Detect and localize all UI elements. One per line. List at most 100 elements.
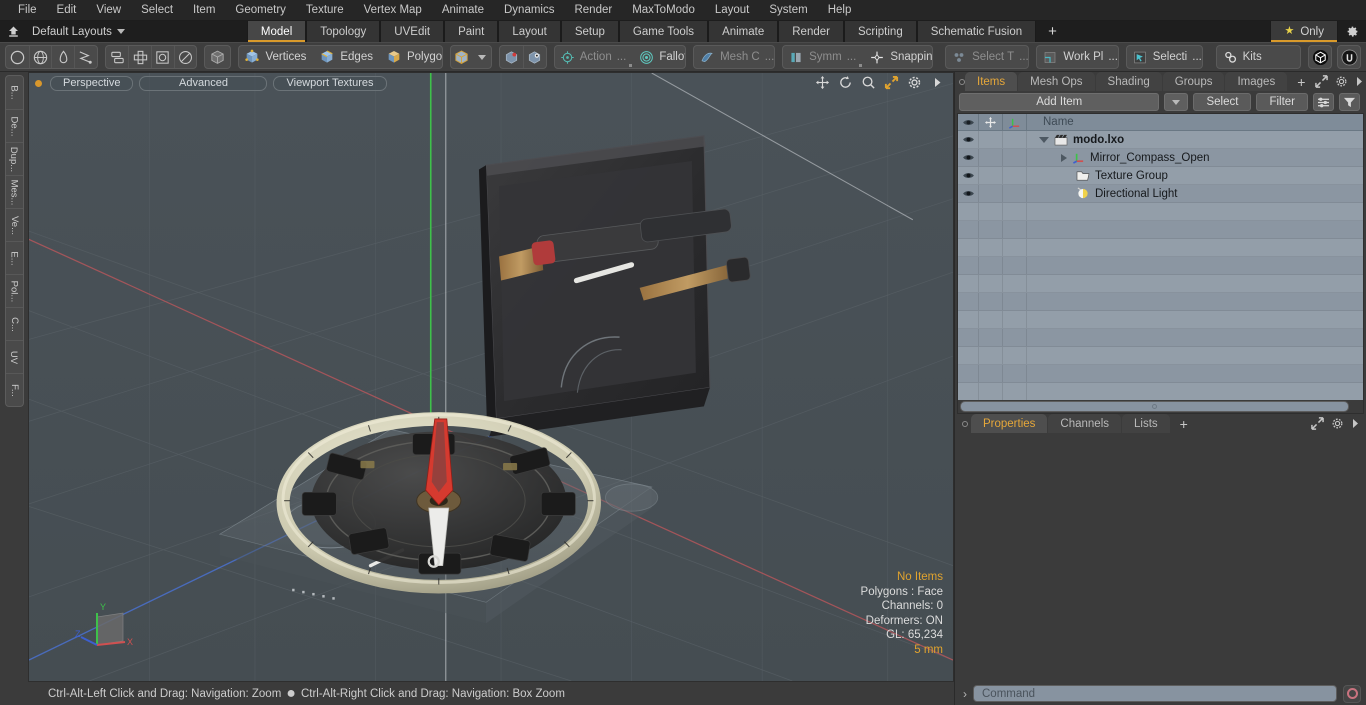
menu-item-render[interactable]: Render (564, 0, 622, 21)
work-plane-button[interactable]: Work Pl ... (1037, 46, 1118, 68)
hscroll-grip[interactable] (1152, 404, 1157, 409)
row-axis-cell[interactable] (1003, 149, 1027, 166)
gear-icon[interactable] (1335, 75, 1348, 88)
left-tab-7[interactable]: C... (5, 307, 23, 340)
add-panel-tab-button[interactable]: + (1288, 72, 1314, 91)
selection-mode-polygons[interactable]: Polygons (381, 46, 442, 68)
menu-item-item[interactable]: Item (183, 0, 225, 21)
layout-tab-model[interactable]: Model (246, 21, 307, 42)
layout-tab-render[interactable]: Render (778, 21, 844, 42)
primitive-sphere[interactable] (28, 46, 52, 68)
column-move[interactable] (979, 114, 1003, 130)
row-axis-cell[interactable] (1003, 185, 1027, 202)
viewport-texture-mode-button[interactable]: Viewport Textures (273, 75, 387, 91)
layout-tab-uvedit[interactable]: UVEdit (380, 21, 445, 42)
list-options-button[interactable] (1313, 93, 1334, 111)
3d-viewport[interactable]: Perspective Advanced Viewport Textures Y… (28, 72, 954, 682)
pan-icon[interactable] (815, 75, 830, 90)
viewport-shading-mode-button[interactable]: Advanced (139, 75, 268, 91)
properties-tab-lists[interactable]: Lists (1122, 414, 1170, 433)
row-visibility-toggle[interactable] (958, 149, 979, 166)
selection-set-button[interactable]: Selecti ... (1127, 46, 1202, 68)
row-move-cell[interactable] (979, 131, 1003, 148)
item-list-row[interactable]: Texture Group (958, 167, 1363, 185)
default-layouts-dropdown[interactable]: Default Layouts (26, 21, 137, 42)
layout-tab-layout[interactable]: Layout (498, 21, 561, 42)
select-button[interactable]: Select (1193, 93, 1252, 111)
menu-item-dynamics[interactable]: Dynamics (494, 0, 564, 21)
left-tab-2[interactable]: Dup... (5, 142, 23, 175)
panel-tab-images[interactable]: Images (1225, 72, 1288, 91)
properties-tab-properties[interactable]: Properties (971, 414, 1048, 433)
layout-tab-topology[interactable]: Topology (306, 21, 381, 42)
kits-button[interactable]: Kits (1217, 46, 1300, 68)
left-tab-1[interactable]: De... (5, 109, 23, 142)
panel-tab-items[interactable]: Items (965, 72, 1018, 91)
layout-tab-animate[interactable]: Animate (708, 21, 779, 42)
gear-icon[interactable] (1331, 417, 1344, 430)
command-input[interactable]: Command (973, 685, 1337, 702)
left-tab-3[interactable]: Mes... (5, 175, 23, 208)
chevron-right-icon[interactable] (1351, 418, 1360, 429)
expand-icon[interactable] (1311, 417, 1324, 430)
row-visibility-toggle[interactable] (958, 167, 979, 184)
row-axis-cell[interactable] (1003, 167, 1027, 184)
properties-panel-grip[interactable] (959, 414, 971, 433)
row-visibility-toggle[interactable] (958, 185, 979, 202)
expander-expand-icon[interactable] (1061, 153, 1067, 162)
item-list-row[interactable]: Mirror_Compass_Open (958, 149, 1363, 167)
modo-logo-button[interactable] (1308, 45, 1333, 69)
select-through-button[interactable]: Select T ... (946, 46, 1028, 68)
item-list-row[interactable]: modo.lxo (958, 131, 1363, 149)
hscroll-track[interactable] (960, 401, 1349, 412)
menu-item-animate[interactable]: Animate (432, 0, 494, 21)
snapping-button[interactable]: Snapping (864, 46, 932, 68)
primitive-circle[interactable] (6, 46, 29, 68)
only-toggle-button[interactable]: ★ Only (1270, 21, 1338, 42)
column-visibility[interactable] (958, 114, 979, 130)
chevron-right-icon[interactable] (1355, 76, 1364, 87)
left-tab-9[interactable]: F... (5, 373, 23, 406)
home-icon[interactable] (0, 21, 26, 42)
row-move-cell[interactable] (979, 185, 1003, 202)
action-center-button[interactable]: Action ... (555, 46, 635, 68)
left-tab-4[interactable]: Ve... (5, 208, 23, 241)
menu-item-geometry[interactable]: Geometry (225, 0, 296, 21)
expander-collapse-icon[interactable] (1039, 136, 1049, 143)
radial-tool[interactable] (173, 46, 197, 68)
panel-tab-groups[interactable]: Groups (1162, 72, 1225, 91)
item-list[interactable]: Name modo.lxo Mirror_Compass_Open Texture … (957, 113, 1364, 414)
array-tool[interactable] (128, 46, 151, 68)
add-properties-tab-button[interactable]: + (1171, 414, 1197, 433)
menu-item-file[interactable]: File (8, 0, 47, 21)
menu-item-view[interactable]: View (86, 0, 131, 21)
menu-item-texture[interactable]: Texture (296, 0, 354, 21)
unreal-logo-button[interactable] (1337, 45, 1362, 69)
mirror-tool[interactable] (106, 46, 129, 68)
menu-item-vertex-map[interactable]: Vertex Map (354, 0, 432, 21)
left-tab-0[interactable]: B... (6, 76, 23, 109)
viewport-view-mode-button[interactable]: Perspective (50, 75, 134, 91)
menu-item-select[interactable]: Select (131, 0, 183, 21)
cube-mode-dropdown[interactable] (473, 46, 491, 68)
bevel-tool[interactable] (151, 46, 174, 68)
snap-edge-button[interactable] (523, 46, 546, 68)
properties-tab-channels[interactable]: Channels (1048, 414, 1122, 433)
symmetry-button[interactable]: Symm ... (783, 46, 864, 68)
row-move-cell[interactable] (979, 167, 1003, 184)
row-axis-cell[interactable] (1003, 131, 1027, 148)
selection-mode-edges[interactable]: Edges (314, 46, 381, 68)
menu-item-maxtomodo[interactable]: MaxToModo (622, 0, 705, 21)
funnel-button[interactable] (1339, 93, 1360, 111)
cube-mode-button[interactable] (451, 46, 474, 68)
menu-item-system[interactable]: System (759, 0, 817, 21)
add-layout-tab-button[interactable]: + (1036, 21, 1069, 42)
layout-tab-game-tools[interactable]: Game Tools (618, 21, 709, 42)
layout-tab-setup[interactable]: Setup (560, 21, 619, 42)
row-move-cell[interactable] (979, 149, 1003, 166)
left-tab-6[interactable]: Pol... (5, 274, 23, 307)
item-list-row[interactable]: Directional Light (958, 185, 1363, 203)
expand-icon[interactable] (1315, 75, 1329, 88)
filter-button[interactable]: Filter (1256, 93, 1308, 111)
layout-tab-schematic-fusion[interactable]: Schematic Fusion (916, 21, 1037, 42)
